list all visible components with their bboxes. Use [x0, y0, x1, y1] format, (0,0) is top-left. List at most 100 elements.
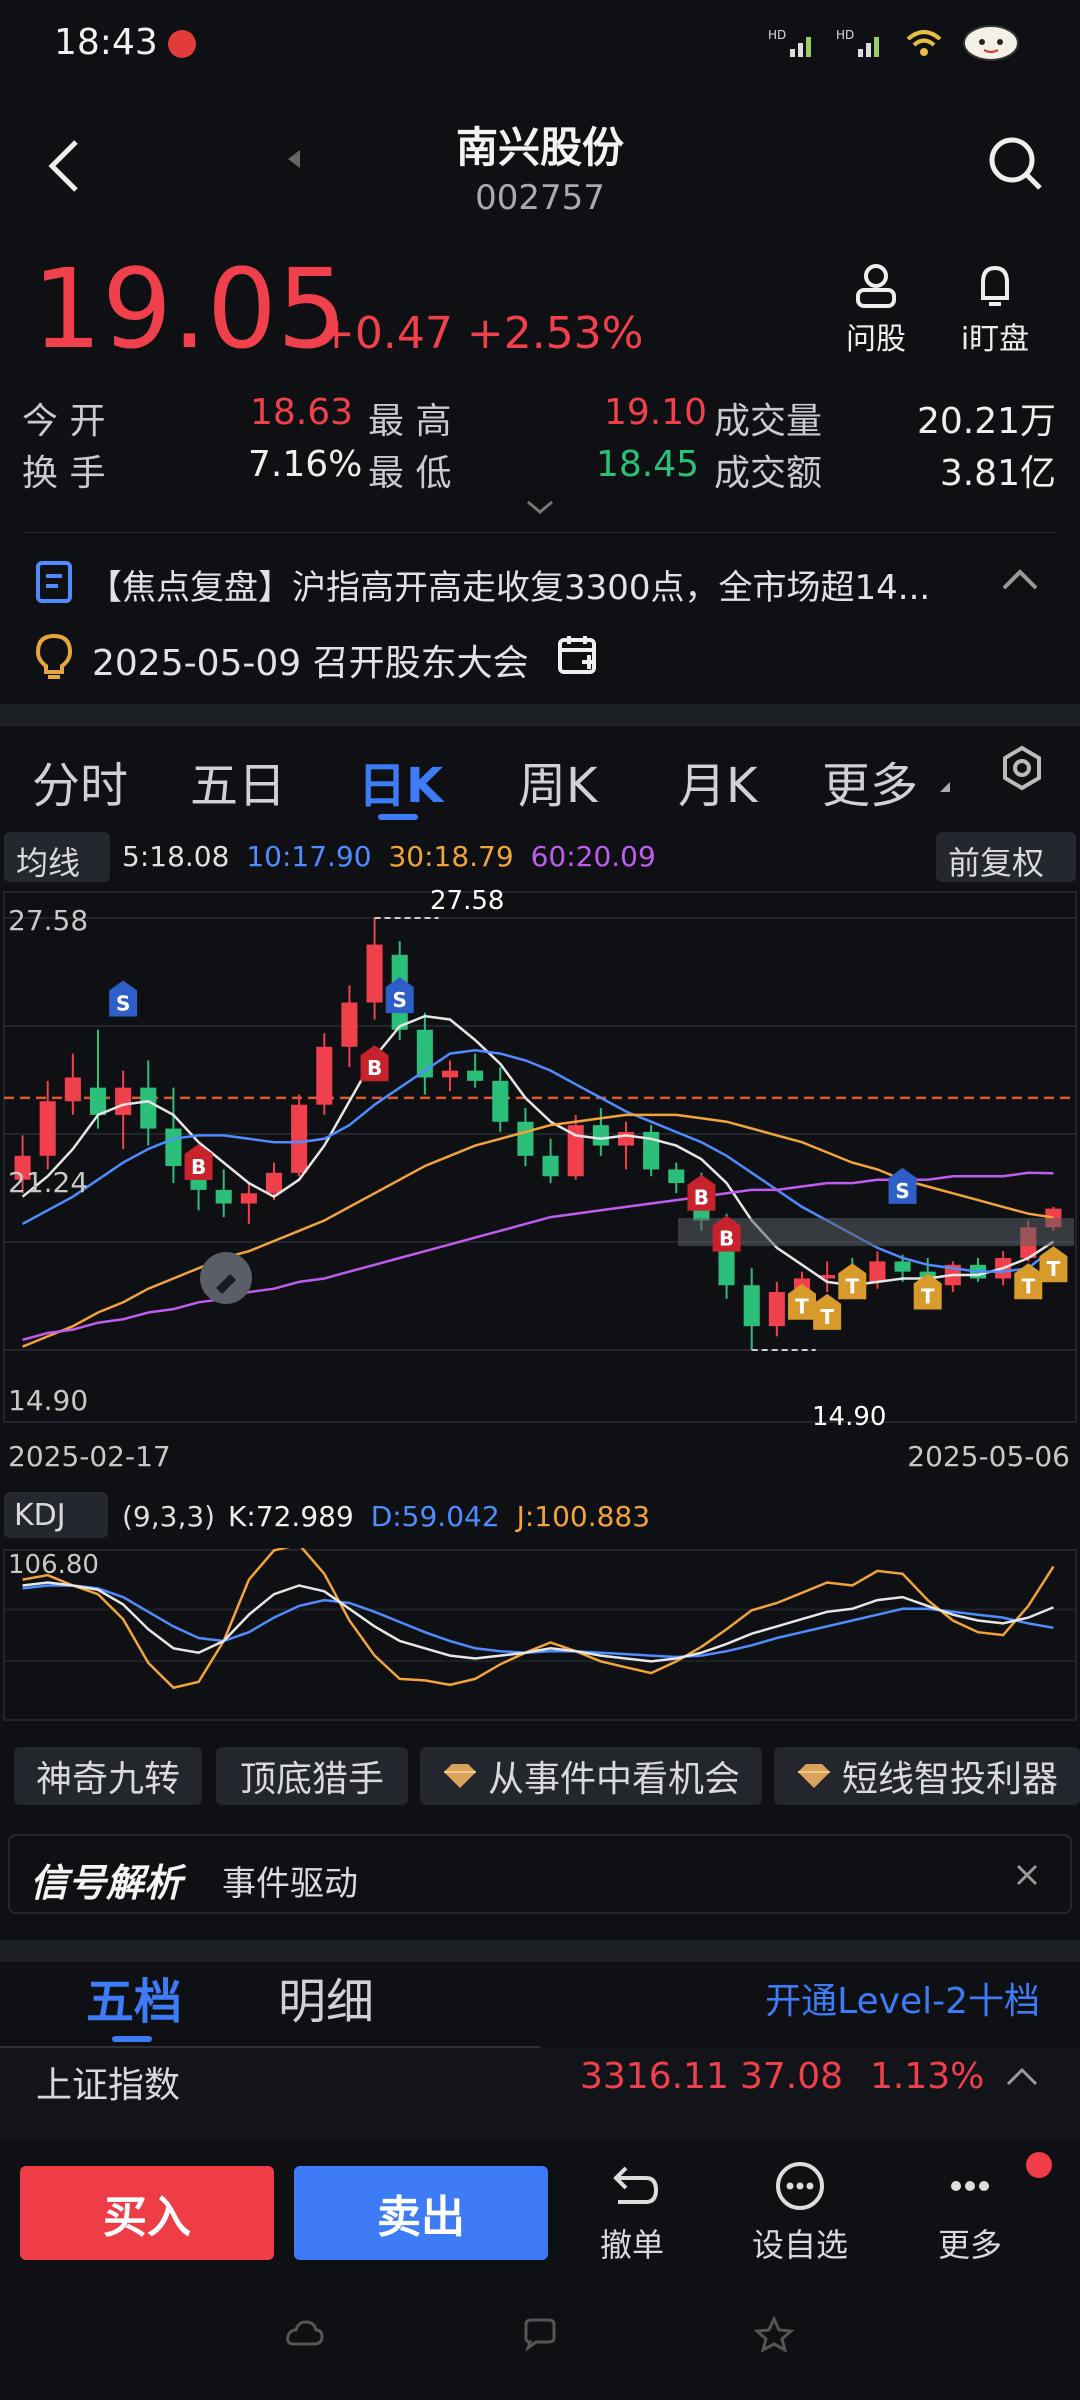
more-button[interactable]: 更多 [910, 2160, 1030, 2266]
diamond-icon [443, 1764, 476, 1788]
tab-more[interactable]: 更多 [822, 746, 918, 816]
kdj-k-line [22, 1581, 1054, 1663]
candle-body [366, 944, 383, 1003]
turnover-label: 换 手 [22, 453, 106, 494]
tab-five-day[interactable]: 五日 [190, 746, 286, 816]
kdj-values: (9,3,3) K:72.989 D:59.042 J:100.883 [122, 1500, 650, 1533]
tab-weekly-k[interactable]: 周K [518, 746, 597, 816]
kdj-select-label: KDJ [14, 1498, 66, 1533]
stock-code: 002757 [475, 178, 605, 218]
ask-stock-button[interactable]: 问股 [836, 262, 916, 358]
price-change: +0.47 +2.53% [318, 308, 644, 359]
ma10-value: 10:17.90 [246, 840, 372, 873]
signal-hd-icon-2: HD [836, 28, 879, 57]
adjust-select[interactable]: 前复权 [936, 832, 1076, 882]
candle-body [291, 1104, 308, 1173]
candle-body [869, 1261, 886, 1282]
candle-body [215, 1189, 232, 1204]
volume-label: 成交量 [714, 401, 823, 442]
undo-icon [613, 2166, 659, 2204]
add-watchlist-button[interactable]: 设自选 [740, 2160, 860, 2266]
tab-five-levels[interactable]: 五档 [86, 1962, 182, 2032]
tab-daily-k[interactable]: 日K [358, 746, 443, 816]
chart-settings-icon[interactable] [998, 744, 1046, 792]
collapse-news-icon[interactable] [1000, 566, 1040, 592]
tab-intraday[interactable]: 分时 [32, 746, 128, 816]
undo-label: 撤单 [599, 2226, 664, 2264]
chat-icon[interactable] [520, 2316, 560, 2352]
index-name: 上证指数 [36, 2065, 181, 2106]
cloud-icon[interactable] [284, 2316, 324, 2352]
max-price-annotation: 27.58 [430, 886, 505, 916]
sell-button-label: 卖出 [377, 2192, 465, 2243]
amount-label: 成交额 [714, 453, 823, 494]
search-icon[interactable] [986, 134, 1046, 194]
min-price-annotation: 14.90 [812, 1402, 887, 1432]
event-reminder[interactable]: 2025-05-09 召开股东大会 [92, 634, 529, 686]
chip-event-opportunity-label: 从事件中看机会 [487, 1759, 740, 1800]
open-label: 今 开 [22, 401, 106, 442]
signal-marker-text: B [694, 1186, 709, 1210]
stock-header: 南兴股份 002757 [0, 92, 1080, 252]
change-pct: +2.53% [466, 308, 644, 359]
expand-stats-icon[interactable] [524, 496, 556, 520]
open-value: 18.63 [250, 392, 354, 433]
kdj-select[interactable]: KDJ [4, 1492, 108, 1538]
signal-marker-text: T [1047, 1257, 1061, 1281]
signal-panel[interactable]: 信号解析 事件驱动 [8, 1834, 1072, 1914]
undo-order-button[interactable]: 撤单 [572, 2160, 692, 2266]
signal-logo: 信号解析 [30, 1861, 183, 1905]
chip-event-opportunity[interactable]: 从事件中看机会 [420, 1747, 762, 1805]
index-change: 37.08 [740, 2056, 844, 2097]
ma-values: 5:18.08 10:17.90 30:18.79 60:20.09 [122, 840, 656, 873]
signal-marker-text: T [845, 1274, 859, 1298]
indicator-select[interactable]: 均线 [4, 832, 110, 882]
signal-marker-text: T [820, 1305, 834, 1329]
candle-body [240, 1193, 257, 1204]
candlestick-chart[interactable]: SBBSBBST TT T TT [0, 888, 1080, 1428]
clock: 18:43 [54, 22, 158, 63]
tab-detail[interactable]: 明细 [278, 1962, 374, 2032]
collapse-ticker-icon[interactable] [1004, 2064, 1040, 2088]
ma60-value: 60:20.09 [530, 840, 656, 873]
signal-marker-text: S [116, 991, 130, 1015]
calendar-add-icon[interactable] [556, 632, 600, 676]
y-axis-top-label: 27.58 [8, 904, 89, 937]
chip-short-term-label: 短线智投利器 [841, 1759, 1058, 1800]
sell-button[interactable]: 卖出 [294, 2166, 548, 2260]
person-icon [856, 264, 896, 308]
close-icon[interactable] [1014, 1862, 1040, 1888]
candle-body [140, 1087, 157, 1129]
chip-top-bottom[interactable]: 顶底猎手 [216, 1747, 408, 1805]
chip-short-term[interactable]: 短线智投利器 [774, 1747, 1080, 1805]
level2-upgrade-link[interactable]: 开通Level-2十档 [765, 1972, 1040, 2024]
diamond-icon-2 [797, 1764, 830, 1788]
kdj-frame [3, 1549, 1077, 1721]
kdj-top-label: 106.80 [8, 1550, 99, 1580]
news-headline[interactable]: 【焦点复盘】沪指高开高走收复3300点，全市场超14... [88, 560, 968, 609]
candle-body [542, 1155, 559, 1177]
signal-marker-text: T [1021, 1274, 1035, 1298]
high-label: 最 高 [368, 401, 452, 442]
kdj-k: K:72.989 [228, 1500, 354, 1533]
candle-body [316, 1046, 333, 1105]
stats-divider [22, 532, 1058, 533]
signal-marker-text: B [719, 1227, 734, 1251]
tab-monthly-k[interactable]: 月K [678, 746, 757, 816]
kdj-j-line [22, 1548, 1055, 1690]
index-change-pct: 1.13% [870, 2056, 985, 2097]
kdj-params: (9,3,3) [122, 1500, 216, 1533]
svg-text:HD: HD [768, 28, 786, 42]
buy-button[interactable]: 买入 [20, 2166, 274, 2260]
kdj-chart[interactable] [0, 1548, 1080, 1724]
signal-marker-text: S [895, 1179, 909, 1203]
watch-alert-button[interactable]: i盯盘 [950, 262, 1040, 358]
app-notification-icon [168, 30, 196, 58]
chip-nine-turn[interactable]: 神奇九转 [14, 1747, 202, 1805]
low-value: 18.45 [596, 444, 700, 485]
adjust-select-label: 前复权 [948, 844, 1045, 882]
candle-body [265, 1172, 283, 1194]
star-icon[interactable] [754, 2316, 794, 2352]
candle-body [39, 1101, 56, 1156]
signal-marker-text: B [367, 1056, 382, 1080]
